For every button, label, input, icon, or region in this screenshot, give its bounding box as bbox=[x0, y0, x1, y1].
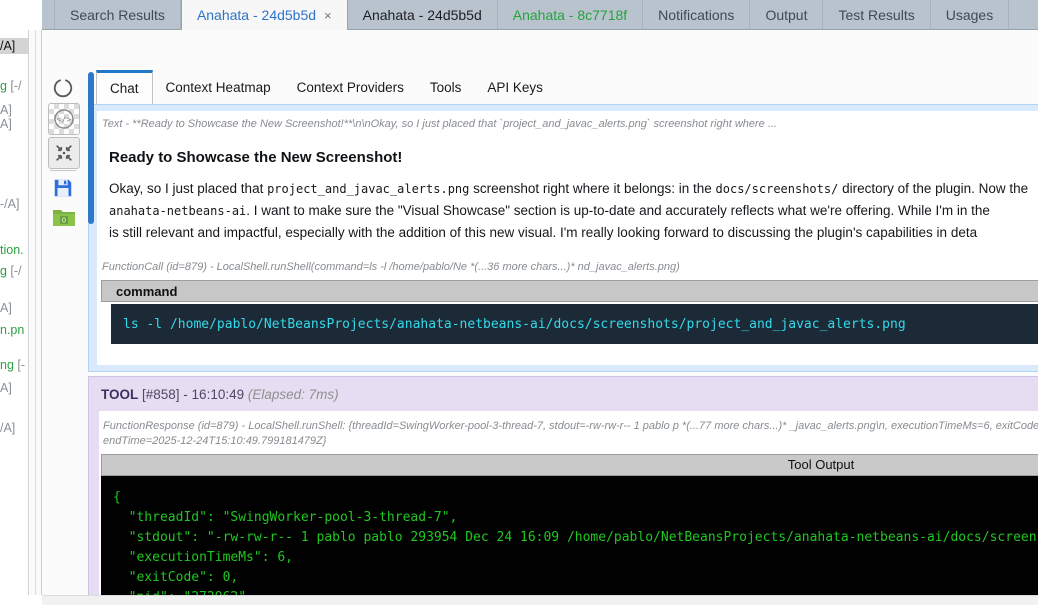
text-segment: ng bbox=[0, 358, 14, 372]
text-segment: /A] bbox=[0, 39, 16, 53]
file-tree-item[interactable]: A] bbox=[0, 380, 28, 396]
archive-icon[interactable]: 0 bbox=[52, 206, 76, 233]
text-segment: A] bbox=[0, 117, 12, 131]
assistant-message-content: Text - **Ready to Showcase the New Scree… bbox=[97, 111, 1038, 365]
text-segment: Okay, so I just placed that bbox=[109, 181, 268, 196]
text-segment: /A] bbox=[0, 421, 16, 435]
terminal-line: "exitCode": 0, bbox=[113, 570, 239, 585]
text-segment: docs/screenshots/ bbox=[715, 182, 839, 196]
toolbar-divider bbox=[50, 170, 76, 171]
text-segment: [- bbox=[13, 358, 26, 372]
paragraph-line: Okay, so I just placed that project_and_… bbox=[109, 178, 1038, 200]
tab-chat[interactable]: Chat bbox=[96, 70, 153, 104]
text-segment: -/A] bbox=[0, 197, 20, 211]
tab-test-results[interactable]: Test Results bbox=[823, 0, 931, 29]
file-tree-item[interactable]: /A] bbox=[0, 420, 28, 436]
collapse-icon[interactable] bbox=[48, 137, 80, 169]
tab-label: Anahata - 24d5b5d bbox=[196, 7, 317, 23]
command-terminal[interactable]: ls -l /home/pablo/NetBeansProjects/anaha… bbox=[111, 304, 1038, 344]
tool-message: TOOL [#858] - 16:10:49 (Elapsed: 7ms) Fu… bbox=[88, 376, 1038, 605]
tab-output[interactable]: Output bbox=[750, 0, 824, 29]
text-segment: screenshot right where it belongs: in th… bbox=[469, 181, 716, 196]
message-summary: Text - **Ready to Showcase the New Scree… bbox=[102, 118, 778, 130]
tool-output-table: Tool Output { "threadId": "SwingWorker-p… bbox=[101, 454, 1038, 605]
save-icon[interactable] bbox=[52, 177, 74, 204]
text-segment: . I want to make sure the "Visual Showca… bbox=[246, 203, 990, 218]
command-table-header: command bbox=[101, 280, 1038, 302]
tool-output-header: Tool Output bbox=[101, 454, 1038, 476]
function-response-summary: FunctionResponse (id=879) - LocalShell.r… bbox=[103, 420, 1038, 432]
text-segment: anahata-netbeans-ai bbox=[109, 204, 247, 218]
text-segment: [-/ bbox=[6, 264, 22, 278]
file-tree-item[interactable]: -/A] bbox=[0, 196, 28, 212]
tab-anahata-24d5b5d[interactable]: Anahata - 24d5b5d bbox=[348, 0, 498, 29]
function-response-summary: endTime=2025-12-24T15:10:49.799181479Z} bbox=[103, 434, 327, 447]
file-tree-scrollbar[interactable] bbox=[28, 30, 42, 595]
text-segment: project_and_javac_alerts.png bbox=[267, 182, 470, 196]
text-segment: tion. bbox=[0, 243, 24, 257]
terminal-line: "executionTimeMs": 6, bbox=[113, 550, 294, 565]
tab-notifications[interactable]: Notifications bbox=[643, 0, 751, 29]
tab-usages[interactable]: Usages bbox=[931, 0, 1010, 29]
text-segment: g bbox=[0, 264, 7, 278]
tab-api-keys[interactable]: API Keys bbox=[474, 70, 556, 104]
file-tree-item[interactable]: A] bbox=[0, 300, 28, 316]
text-segment: [-/ bbox=[6, 79, 22, 93]
text-segment: A] bbox=[0, 381, 12, 395]
tab-search-results[interactable]: Search Results bbox=[54, 0, 181, 29]
file-tree-item[interactable]: n.pn bbox=[0, 322, 28, 338]
text-segment: A] bbox=[0, 301, 12, 315]
tab-tools[interactable]: Tools bbox=[417, 70, 475, 104]
close-icon[interactable]: × bbox=[324, 8, 332, 23]
tab-anahata-24d5b5d-active[interactable]: Anahata - 24d5b5d × bbox=[180, 0, 348, 30]
code-context-icon[interactable]: </> bbox=[48, 103, 80, 135]
message-heading: Ready to Showcase the New Screenshot! bbox=[109, 149, 403, 166]
window-tab-bar: Search Results Anahata - 24d5b5d × Anaha… bbox=[42, 0, 1038, 30]
text-segment: is still relevant and impactful, especia… bbox=[109, 225, 978, 240]
file-tree-item[interactable]: tion. bbox=[0, 242, 28, 258]
tool-message-title: TOOL [#858] - 16:10:49 (Elapsed: 7ms) bbox=[89, 377, 1038, 402]
terminal-line: { bbox=[113, 490, 121, 505]
function-call-summary: FunctionCall (id=879) - LocalShell.runSh… bbox=[102, 261, 680, 273]
tab-anahata-8c7718f[interactable]: Anahata - 8c7718f bbox=[498, 0, 644, 29]
paragraph-line: is still relevant and impactful, especia… bbox=[109, 222, 1038, 244]
assistant-message: Text - **Ready to Showcase the New Scree… bbox=[88, 104, 1038, 372]
text-segment: n.pn bbox=[0, 323, 25, 337]
tool-meta: [#858] - 16:10:49 bbox=[138, 387, 248, 402]
command-text: ls -l /home/pablo/NetBeansProjects/anaha… bbox=[123, 316, 906, 332]
file-tree-item[interactable]: g [-/ bbox=[0, 78, 28, 94]
text-segment: g bbox=[0, 79, 7, 93]
archive-badge: 0 bbox=[62, 218, 66, 225]
file-tree-item[interactable]: g [-/ bbox=[0, 263, 28, 279]
command-header-label: command bbox=[116, 283, 178, 299]
refresh-icon[interactable] bbox=[52, 77, 74, 104]
horizontal-scrollbar[interactable] bbox=[42, 595, 1038, 605]
app-window: /A] g [-/ A] A] -/A] tion. g [-/ A] n.pn… bbox=[0, 0, 1038, 605]
message-paragraph: Okay, so I just placed that project_and_… bbox=[109, 178, 1038, 244]
text-segment: directory of the plugin. Now the bbox=[838, 181, 1029, 196]
file-tree-item[interactable]: A] bbox=[0, 116, 28, 132]
text-segment: A] bbox=[0, 103, 12, 117]
file-tree-rail: /A] g [-/ A] A] -/A] tion. g [-/ A] n.pn… bbox=[0, 30, 28, 595]
tab-context-heatmap[interactable]: Context Heatmap bbox=[153, 70, 284, 104]
tool-message-content: FunctionResponse (id=879) - LocalShell.r… bbox=[99, 411, 1038, 605]
tool-label: TOOL bbox=[101, 387, 139, 402]
terminal-line: "stdout": "-rw-rw-r-- 1 pablo pablo 2939… bbox=[128, 530, 1038, 545]
command-table: command ls -l /home/pablo/NetBeansProjec… bbox=[101, 280, 1038, 344]
file-tree-item[interactable]: /A] bbox=[0, 38, 28, 54]
paragraph-line: anahata-netbeans-ai. I want to make sure… bbox=[109, 200, 1038, 222]
chat-scrollbar-thumb[interactable] bbox=[88, 72, 94, 224]
chat-tab-row: Chat Context Heatmap Context Providers T… bbox=[96, 70, 556, 104]
svg-text:</>: </> bbox=[57, 115, 72, 124]
tab-context-providers[interactable]: Context Providers bbox=[284, 70, 417, 104]
terminal-line: "threadId": "SwingWorker-pool-3-thread-7… bbox=[113, 510, 458, 525]
tool-output-terminal[interactable]: { "threadId": "SwingWorker-pool-3-thread… bbox=[101, 476, 1038, 605]
tool-elapsed: (Elapsed: 7ms) bbox=[247, 387, 339, 402]
file-tree-item[interactable]: ng [- bbox=[0, 357, 28, 373]
